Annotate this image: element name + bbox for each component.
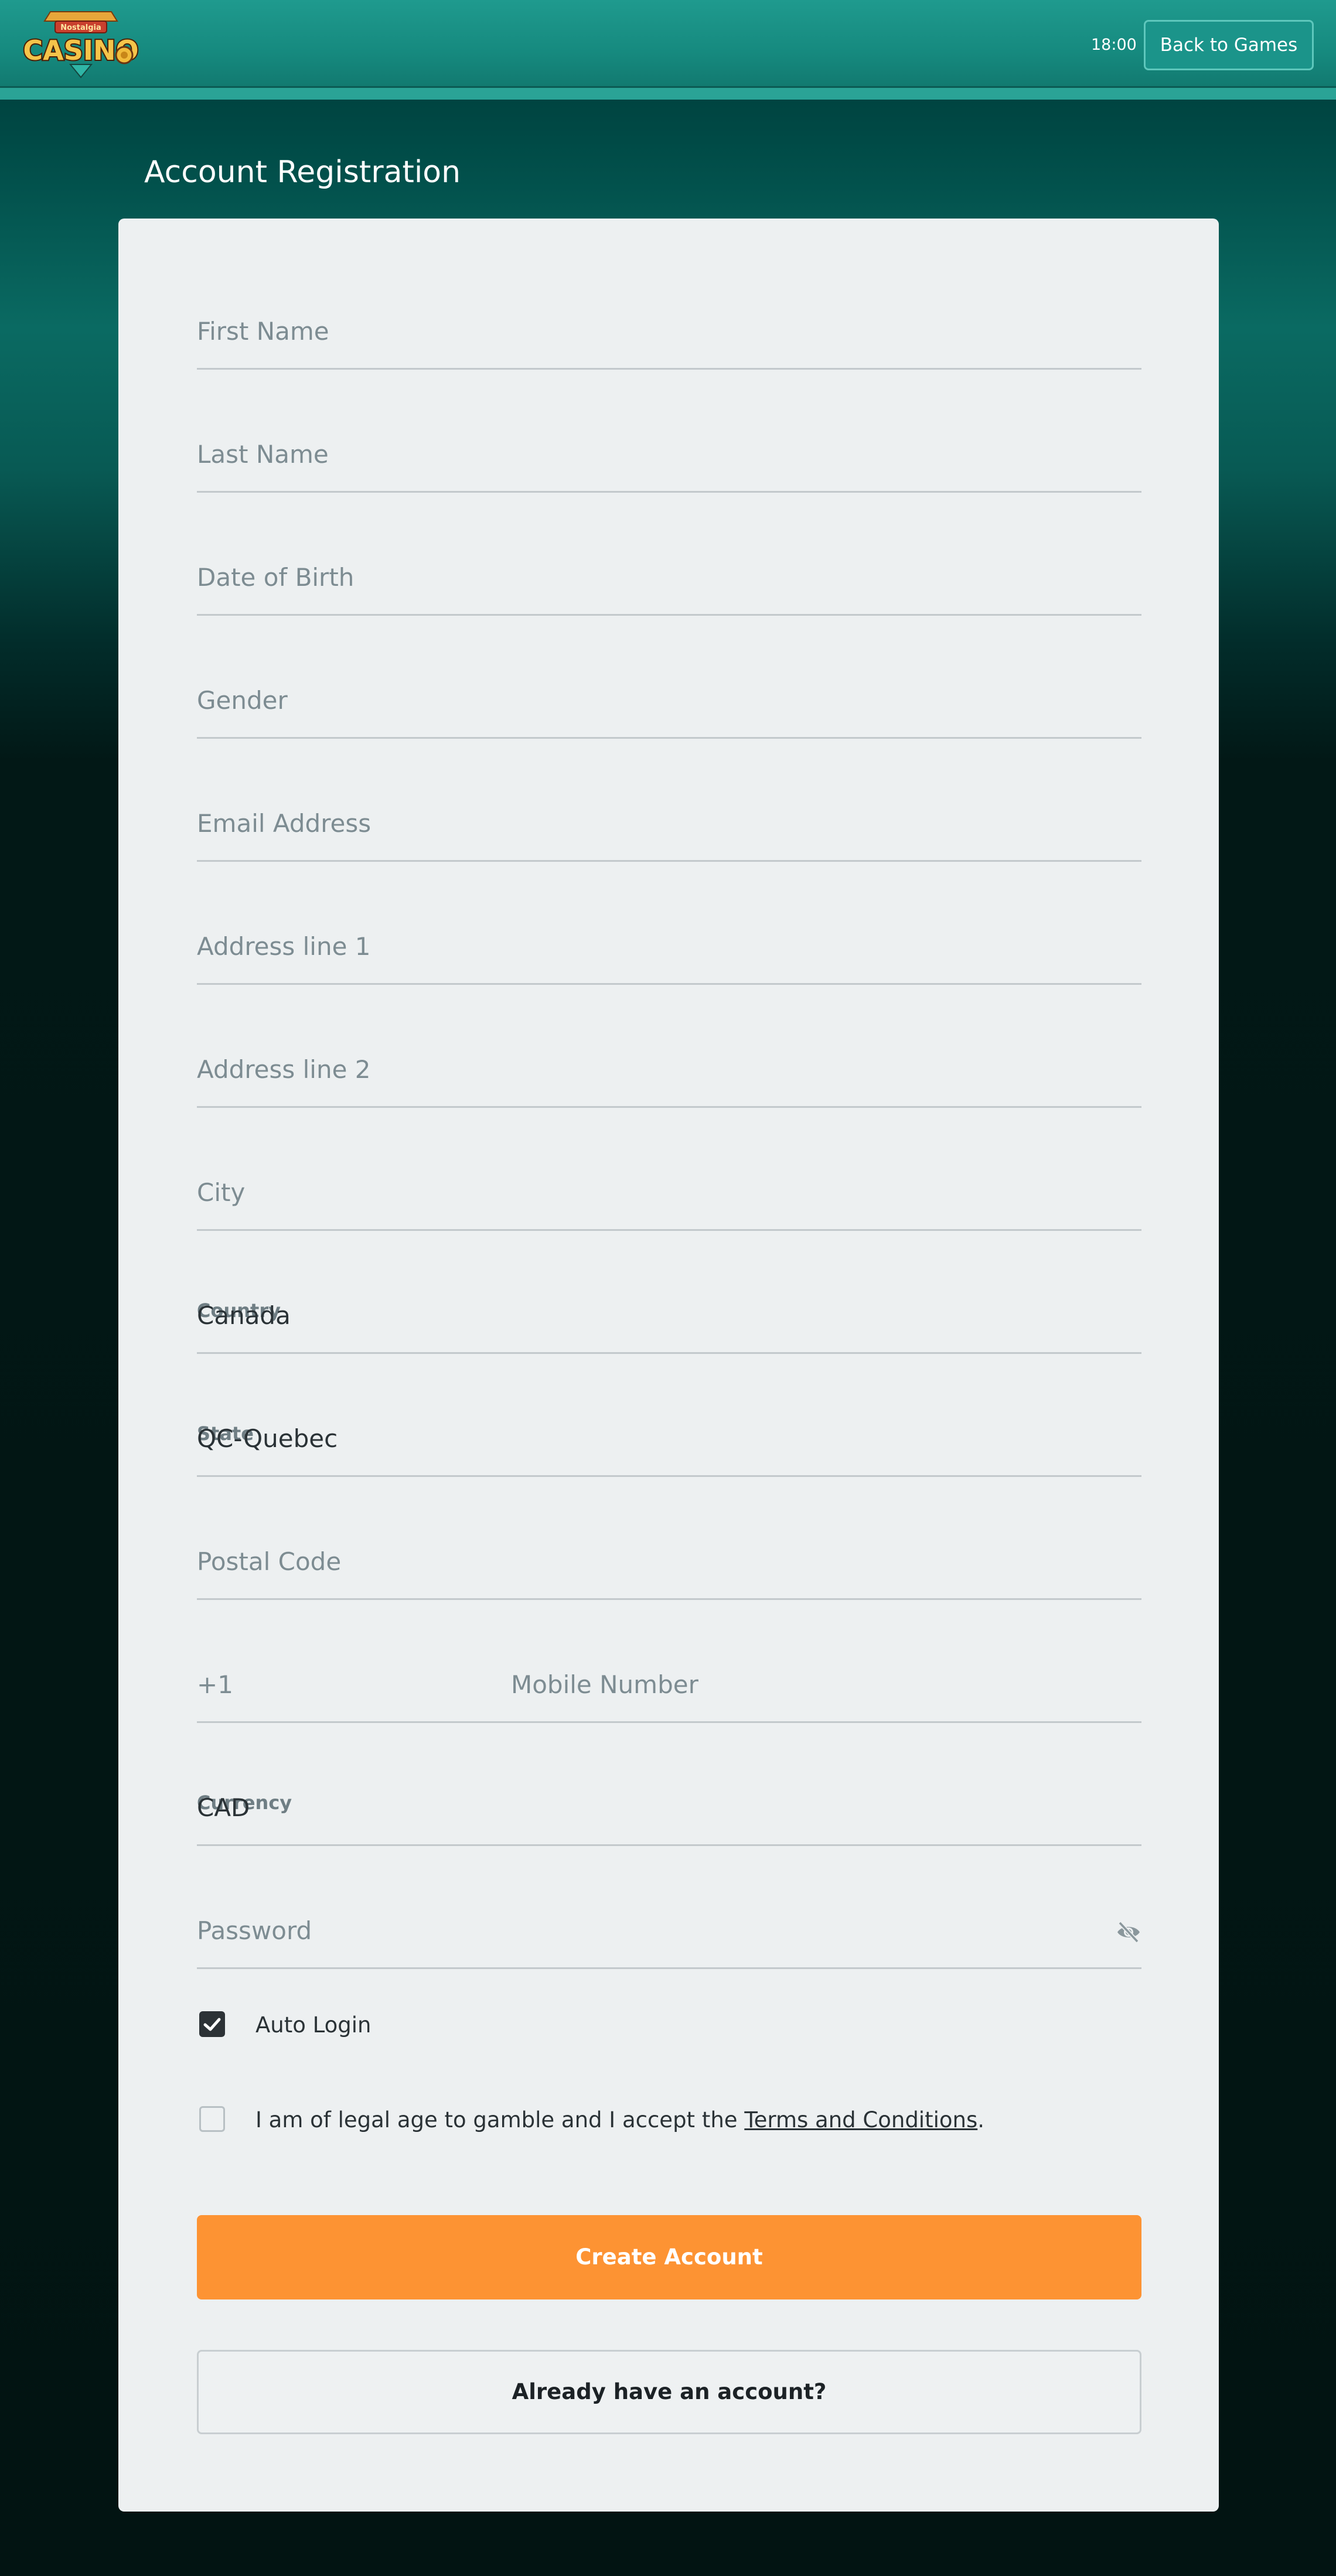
address-line-2-field[interactable]: Address line 2 [197, 1020, 1141, 1108]
postal-code-placeholder: Postal Code [197, 1547, 342, 1576]
casino-logo[interactable]: Nostalgia CASINO [22, 8, 139, 81]
terms-row[interactable]: I am of legal age to gamble and I accept… [197, 2101, 1141, 2139]
terms-label: I am of legal age to gamble and I accept… [255, 2106, 984, 2134]
mobile-number-field[interactable]: +1 Mobile Number [197, 1635, 1141, 1723]
address-line-2-placeholder: Address line 2 [197, 1055, 371, 1084]
header-strip [0, 88, 1336, 100]
checkmark-icon [203, 2018, 221, 2031]
phone-prefix[interactable]: +1 [197, 1669, 233, 1701]
email-field[interactable]: Email Address [197, 774, 1141, 862]
terms-period: . [977, 2107, 985, 2133]
mobile-number-placeholder: Mobile Number [511, 1670, 698, 1699]
terms-text: I am of legal age to gamble and I accept… [255, 2107, 745, 2133]
terms-checkbox[interactable] [199, 2106, 225, 2132]
clock: 18:00 [1091, 36, 1137, 54]
already-have-account-button[interactable]: Already have an account? [197, 2350, 1141, 2434]
auto-login-checkbox[interactable] [199, 2011, 225, 2037]
first-name-field[interactable]: First Name [197, 282, 1141, 370]
address-line-1-field[interactable]: Address line 1 [197, 897, 1141, 985]
date-of-birth-field[interactable]: Date of Birth [197, 528, 1141, 616]
back-to-games-button[interactable]: Back to Games [1144, 20, 1314, 70]
logo-top-text: Nostalgia [60, 23, 101, 32]
city-placeholder: City [197, 1178, 246, 1207]
registration-form: First Name Last Name Date of Birth Gende… [118, 219, 1219, 2512]
page-title: Account Registration [144, 155, 461, 190]
currency-select[interactable]: Currency CAD [197, 1758, 1141, 1846]
auto-login-label: Auto Login [255, 2012, 372, 2038]
state-select[interactable]: State QC-Quebec [197, 1389, 1141, 1477]
auto-login-row[interactable]: Auto Login [197, 2007, 548, 2044]
date-of-birth-placeholder: Date of Birth [197, 563, 355, 592]
last-name-field[interactable]: Last Name [197, 405, 1141, 493]
state-value: QC-Quebec [197, 1424, 338, 1453]
first-name-placeholder: First Name [197, 317, 329, 346]
password-placeholder: Password [197, 1916, 312, 1945]
gender-placeholder: Gender [197, 686, 288, 715]
gender-field[interactable]: Gender [197, 651, 1141, 739]
top-bar: Nostalgia CASINO 18:00 Back to Games [0, 0, 1336, 88]
last-name-placeholder: Last Name [197, 440, 329, 469]
password-field[interactable]: Password [197, 1881, 1141, 1969]
currency-value: CAD [197, 1793, 250, 1822]
terms-and-conditions-link[interactable]: Terms and Conditions [744, 2107, 977, 2133]
postal-code-field[interactable]: Postal Code [197, 1512, 1141, 1600]
country-select[interactable]: Country Canada [197, 1266, 1141, 1354]
email-placeholder: Email Address [197, 809, 372, 838]
eye-off-icon[interactable] [1116, 1920, 1141, 1944]
country-value: Canada [197, 1301, 291, 1330]
address-line-1-placeholder: Address line 1 [197, 932, 371, 961]
create-account-button[interactable]: Create Account [197, 2215, 1141, 2299]
city-field[interactable]: City [197, 1143, 1141, 1231]
